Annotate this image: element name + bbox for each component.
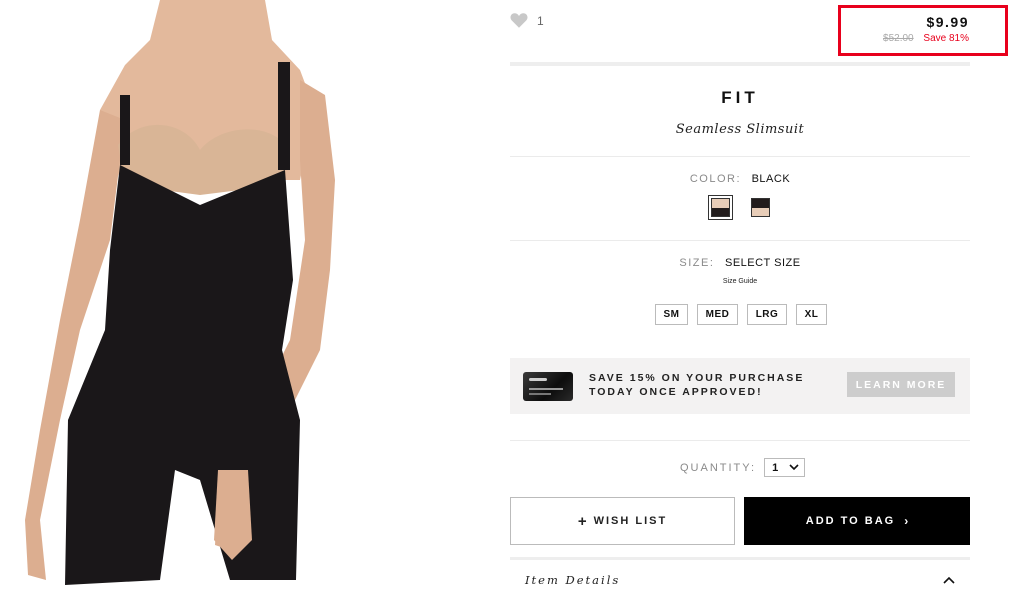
size-options: SM MED LRG XL	[655, 304, 827, 325]
swatch-black-nude[interactable]	[748, 195, 773, 220]
item-details-toggle[interactable]: Item Details	[510, 560, 970, 599]
quantity-value: 1	[772, 461, 779, 474]
size-label: SIZE:	[679, 257, 715, 269]
divider	[510, 440, 970, 441]
divider	[510, 240, 970, 241]
product-image[interactable]	[0, 0, 470, 599]
size-option-xl[interactable]: XL	[796, 304, 827, 325]
promo-text: SAVE 15% ON YOUR PURCHASE TODAY ONCE APP…	[589, 371, 819, 399]
wish-list-button[interactable]: + WISH LIST	[510, 497, 735, 545]
size-value: SELECT SIZE	[724, 257, 801, 269]
item-details-label: Item Details	[525, 572, 621, 587]
chevron-down-icon	[789, 464, 799, 471]
heart-icon	[510, 13, 528, 28]
product-photo	[25, 0, 335, 585]
swatch-chip	[751, 198, 770, 217]
original-price: $52.00	[883, 33, 914, 44]
swatch-chip	[711, 198, 730, 217]
color-label: COLOR:	[689, 173, 742, 185]
color-swatches	[708, 195, 773, 220]
promo-line-2: TODAY ONCE APPROVED!	[589, 386, 763, 398]
color-selector-label: COLOR: BLACK	[510, 173, 970, 185]
product-page: 1 $9.99 $52.00 Save 81% FIT Seamless Sli…	[0, 0, 1036, 599]
brand-name[interactable]: FIT	[510, 88, 970, 108]
quantity-label: QUANTITY:	[680, 461, 757, 474]
add-to-bag-button[interactable]: ADD TO BAG ›	[744, 497, 970, 545]
credit-card-icon	[523, 372, 573, 401]
quantity-selector: QUANTITY: 1	[680, 458, 806, 477]
swatch-nude-black[interactable]	[708, 195, 733, 220]
product-title: Seamless Slimsuit	[675, 122, 805, 137]
credit-card-promo: SAVE 15% ON YOUR PURCHASE TODAY ONCE APP…	[510, 358, 970, 414]
divider	[510, 156, 970, 157]
favorite-toggle[interactable]: 1	[510, 12, 544, 29]
size-option-med[interactable]: MED	[697, 304, 738, 325]
plus-icon: +	[577, 512, 587, 530]
wish-list-label: WISH LIST	[593, 515, 668, 527]
size-option-lrg[interactable]: LRG	[747, 304, 787, 325]
chevron-right-icon: ›	[904, 514, 909, 528]
learn-more-button[interactable]: LEARN MORE	[847, 372, 955, 397]
add-to-bag-label: ADD TO BAG	[805, 515, 896, 527]
savings-badge: Save 81%	[923, 33, 969, 44]
quantity-select[interactable]: 1	[764, 458, 806, 477]
chevron-up-icon	[943, 576, 955, 584]
color-value: BLACK	[751, 173, 791, 185]
divider	[510, 62, 970, 66]
promo-line-1: SAVE 15% ON YOUR PURCHASE	[589, 372, 805, 384]
size-option-sm[interactable]: SM	[655, 304, 688, 325]
size-selector-label: SIZE: SELECT SIZE	[510, 257, 970, 269]
current-price: $9.99	[926, 14, 969, 30]
favorite-count: 1	[537, 13, 545, 28]
price-box: $9.99 $52.00 Save 81%	[838, 5, 1008, 56]
size-guide-link[interactable]: Size Guide	[510, 278, 970, 285]
